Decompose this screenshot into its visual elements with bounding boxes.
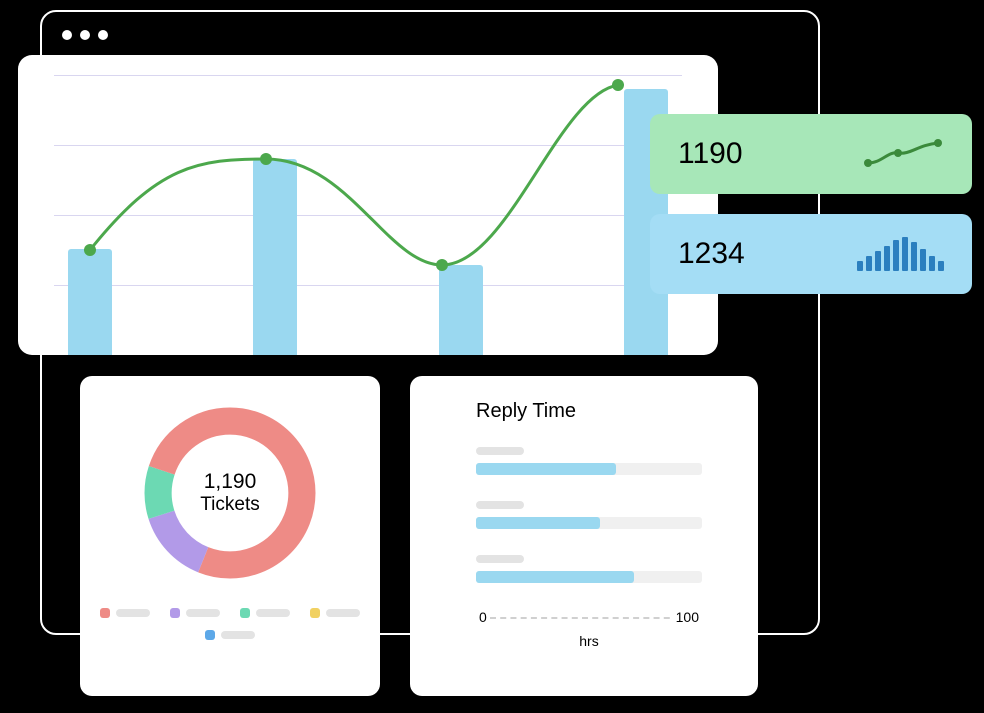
donut-legend bbox=[100, 608, 360, 640]
reply-time-card: Reply Time 0 100 hrs bbox=[410, 376, 758, 696]
donut-center-label: 1,190 Tickets bbox=[200, 470, 259, 516]
legend-item bbox=[240, 608, 290, 618]
reply-unit: hrs bbox=[476, 633, 702, 649]
sparkline-icon bbox=[864, 139, 944, 169]
bar bbox=[253, 159, 297, 355]
donut-number: 1,190 bbox=[200, 470, 259, 494]
bar bbox=[68, 249, 112, 355]
bar-series bbox=[68, 75, 668, 355]
progress-track bbox=[476, 571, 702, 583]
metric-value: 1190 bbox=[678, 137, 743, 171]
legend-item bbox=[100, 608, 150, 618]
tickets-donut-card: 1,190 Tickets bbox=[80, 376, 380, 696]
bar bbox=[439, 265, 483, 355]
legend-item bbox=[205, 630, 255, 640]
label-placeholder bbox=[476, 501, 524, 509]
progress-track bbox=[476, 463, 702, 475]
metric-card-bars: 1234 bbox=[650, 214, 972, 294]
axis-max: 100 bbox=[673, 609, 702, 625]
window-controls bbox=[62, 30, 108, 40]
reply-row bbox=[476, 501, 728, 529]
legend-item bbox=[310, 608, 360, 618]
reply-row bbox=[476, 447, 728, 475]
reply-time-title: Reply Time bbox=[476, 400, 728, 423]
reply-axis: 0 100 bbox=[476, 609, 702, 625]
progress-track bbox=[476, 517, 702, 529]
mini-bar-icon bbox=[857, 237, 944, 271]
reply-row bbox=[476, 555, 728, 583]
donut-chart: 1,190 Tickets bbox=[135, 398, 325, 588]
label-placeholder bbox=[476, 447, 524, 455]
legend-item bbox=[170, 608, 220, 618]
metric-card-line: 1190 bbox=[650, 114, 972, 194]
window-dot-icon bbox=[98, 30, 108, 40]
donut-label: Tickets bbox=[200, 494, 259, 516]
label-placeholder bbox=[476, 555, 524, 563]
axis-min: 0 bbox=[476, 609, 490, 625]
window-dot-icon bbox=[80, 30, 90, 40]
window-dot-icon bbox=[62, 30, 72, 40]
main-chart-card bbox=[18, 55, 718, 355]
metric-value: 1234 bbox=[678, 237, 745, 271]
